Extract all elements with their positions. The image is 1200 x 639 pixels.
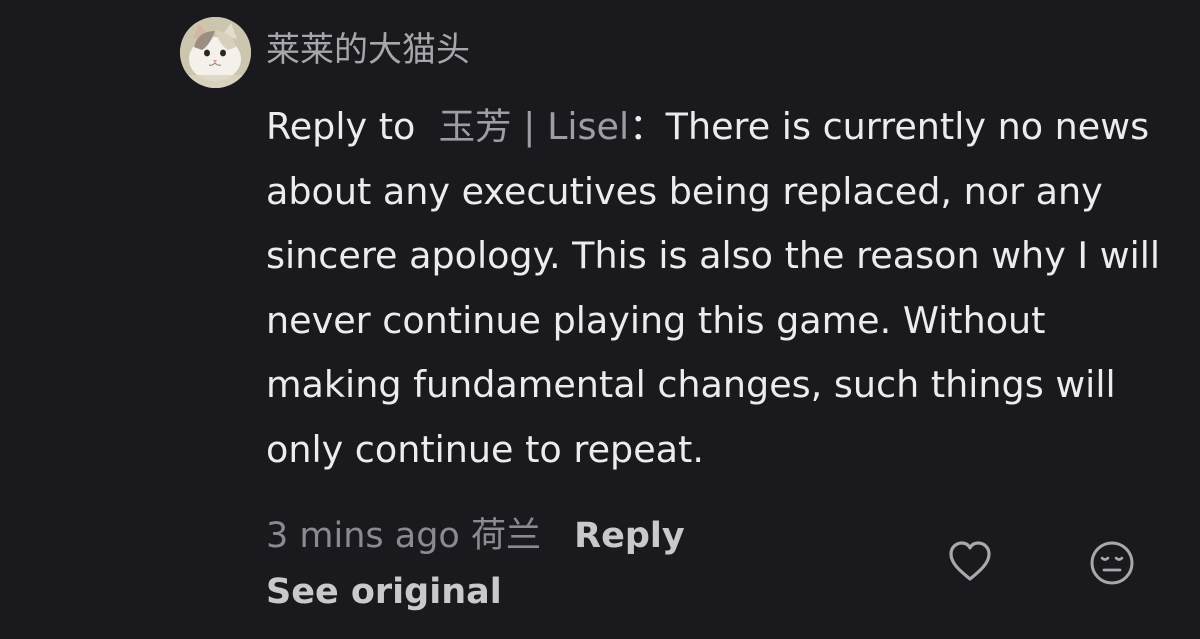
- comment-timestamp: 3 mins ago: [266, 516, 460, 556]
- comment-meta: 3 mins ago 荷兰 Reply: [266, 510, 685, 562]
- reply-target-user[interactable]: 玉芳 | Lisel: [439, 105, 630, 148]
- reply-prefix: Reply to: [266, 105, 416, 148]
- heart-outline-icon[interactable]: [946, 538, 994, 584]
- comment-body: Reply to 玉芳 | Lisel：There is currently n…: [266, 95, 1181, 482]
- user-avatar[interactable]: [180, 17, 251, 88]
- comment-location: 荷兰: [470, 516, 541, 556]
- see-original-button[interactable]: See original: [266, 566, 502, 618]
- reply-separator: ：: [629, 105, 666, 148]
- comment-author-name[interactable]: 莱莱的大猫头: [266, 26, 470, 74]
- reply-button[interactable]: Reply: [574, 516, 685, 556]
- cat-avatar-icon: [180, 17, 251, 88]
- neutral-face-icon[interactable]: [1088, 539, 1136, 587]
- comment-text: There is currently no news about any exe…: [266, 105, 1161, 471]
